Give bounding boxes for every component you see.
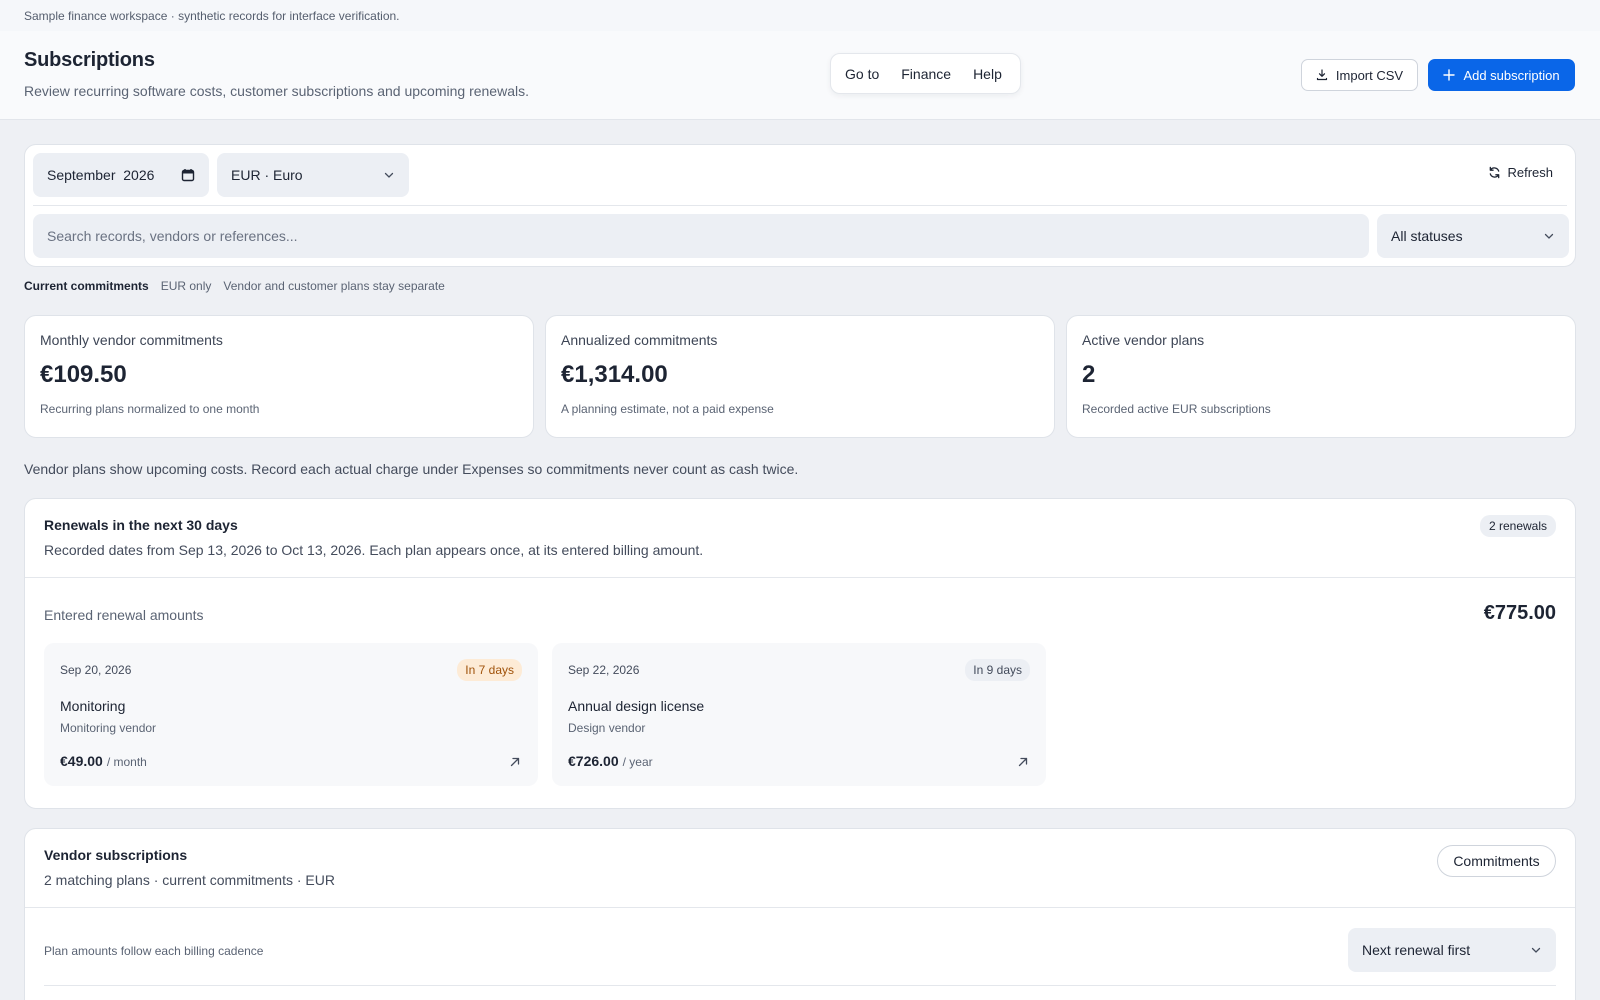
renewal-period: / month	[106, 755, 147, 769]
page-subtitle: Review recurring software costs, custome…	[24, 83, 529, 99]
currency-value: EUR · Euro	[231, 167, 303, 183]
kpi-value: 2	[1082, 361, 1096, 388]
renewal-plan-name: Annual design license	[568, 698, 705, 714]
month-value: September 2026	[47, 167, 155, 183]
refresh-button[interactable]: Refresh	[1488, 165, 1553, 180]
kpi-monthly-commitments: Monthly vendor commitments €109.50 Recur…	[24, 315, 534, 438]
refresh-icon	[1488, 166, 1501, 179]
page-title: Subscriptions	[24, 49, 155, 71]
vendors-subtitle: 2 matching plans · current commitments ·…	[44, 872, 335, 888]
kpi-label: Annualized commitments	[561, 332, 718, 348]
arrow-up-right-icon[interactable]	[1016, 755, 1030, 769]
nav-finance[interactable]: Finance	[901, 66, 951, 82]
chip-eur-only[interactable]: EUR only	[161, 279, 212, 293]
renewal-vendor: Monitoring vendor	[60, 721, 157, 735]
month-picker[interactable]: September 2026	[33, 153, 209, 197]
filter-divider	[33, 205, 1567, 206]
currency-select[interactable]: EUR · Euro	[217, 153, 409, 197]
renewals-count-badge: 2 renewals	[1479, 515, 1556, 537]
renewal-amount: €726.00/ year	[568, 753, 653, 769]
nav-help[interactable]: Help	[973, 66, 1002, 82]
sort-select[interactable]: Next renewal first	[1348, 928, 1556, 972]
table-divider	[44, 985, 1556, 986]
renewal-card[interactable]: Sep 20, 2026 In 7 days Monitoring Monito…	[44, 643, 538, 786]
kpi-active-vendor-plans: Active vendor plans 2 Recorded active EU…	[1066, 315, 1576, 438]
renewals-panel: Renewals in the next 30 days Recorded da…	[24, 498, 1576, 809]
add-subscription-button[interactable]: Add subscription	[1428, 59, 1575, 91]
renewals-divider	[25, 577, 1575, 578]
plus-icon	[1443, 69, 1456, 81]
download-icon	[1316, 69, 1328, 81]
status-value: All statuses	[1391, 228, 1463, 244]
kpi-value: €109.50	[40, 361, 127, 388]
vendors-title: Vendor subscriptions	[44, 847, 188, 863]
page-header: Subscriptions Review recurring software …	[0, 31, 1600, 120]
renewal-total: €775.00	[1483, 602, 1556, 624]
renewal-vendor: Design vendor	[568, 721, 646, 735]
add-subscription-label: Add subscription	[1463, 67, 1560, 83]
kpi-hint: Recorded active EUR subscriptions	[1082, 402, 1271, 416]
renewal-date: Sep 20, 2026	[60, 663, 132, 677]
renewal-due-badge: In 7 days	[457, 659, 522, 681]
chevron-down-icon	[383, 169, 395, 181]
kpi-label: Monthly vendor commitments	[40, 332, 223, 348]
import-csv-button[interactable]: Import CSV	[1301, 59, 1418, 91]
status-select[interactable]: All statuses	[1377, 214, 1569, 258]
commitments-toggle[interactable]: Commitments	[1437, 845, 1556, 877]
renewal-amounts-label: Entered renewal amounts	[44, 607, 204, 623]
renewal-amount: €49.00/ month	[60, 753, 147, 769]
renewal-period: / year	[622, 755, 653, 769]
kpi-value: €1,314.00	[561, 361, 668, 388]
calendar-icon[interactable]	[181, 168, 195, 182]
renewal-card[interactable]: Sep 22, 2026 In 9 days Annual design lic…	[552, 643, 1046, 786]
nav-goto[interactable]: Go to	[845, 66, 879, 82]
renewals-title: Renewals in the next 30 days	[44, 517, 238, 533]
scope-chips: Current commitments EUR only Vendor and …	[24, 279, 445, 293]
chevron-down-icon	[1530, 944, 1542, 956]
kpi-label: Active vendor plans	[1082, 332, 1205, 348]
chip-current-commitments[interactable]: Current commitments	[24, 279, 149, 293]
vendors-divider	[25, 907, 1575, 908]
kpi-hint: Recurring plans normalized to one month	[40, 402, 260, 416]
commitments-note: Vendor plans show upcoming costs. Record…	[24, 461, 799, 477]
renewals-subtitle: Recorded dates from Sep 13, 2026 to Oct …	[44, 542, 704, 558]
renewal-plan-name: Monitoring	[60, 698, 126, 714]
demo-banner: Sample finance workspace · synthetic rec…	[0, 0, 1600, 31]
filter-panel: September 2026 EUR · Euro Refresh Search…	[24, 144, 1576, 267]
vendor-subscriptions-panel: Vendor subscriptions 2 matching plans · …	[24, 828, 1576, 1000]
sort-value: Next renewal first	[1362, 942, 1471, 958]
chip-plans-separate[interactable]: Vendor and customer plans stay separate	[223, 279, 444, 293]
kpi-hint: A planning estimate, not a paid expense	[561, 402, 774, 416]
arrow-up-right-icon[interactable]	[508, 755, 522, 769]
search-input[interactable]: Search records, vendors or references...	[33, 214, 1369, 258]
renewal-due-badge: In 9 days	[965, 659, 1030, 681]
refresh-label: Refresh	[1507, 165, 1553, 180]
kpi-annualized-commitments: Annualized commitments €1,314.00 A plann…	[545, 315, 1055, 438]
renewal-date: Sep 22, 2026	[568, 663, 640, 677]
chevron-down-icon	[1543, 230, 1555, 242]
top-nav: Go to Finance Help	[830, 53, 1021, 94]
cadence-label: Plan amounts follow each billing cadence	[44, 944, 264, 958]
import-csv-label: Import CSV	[1335, 67, 1404, 83]
